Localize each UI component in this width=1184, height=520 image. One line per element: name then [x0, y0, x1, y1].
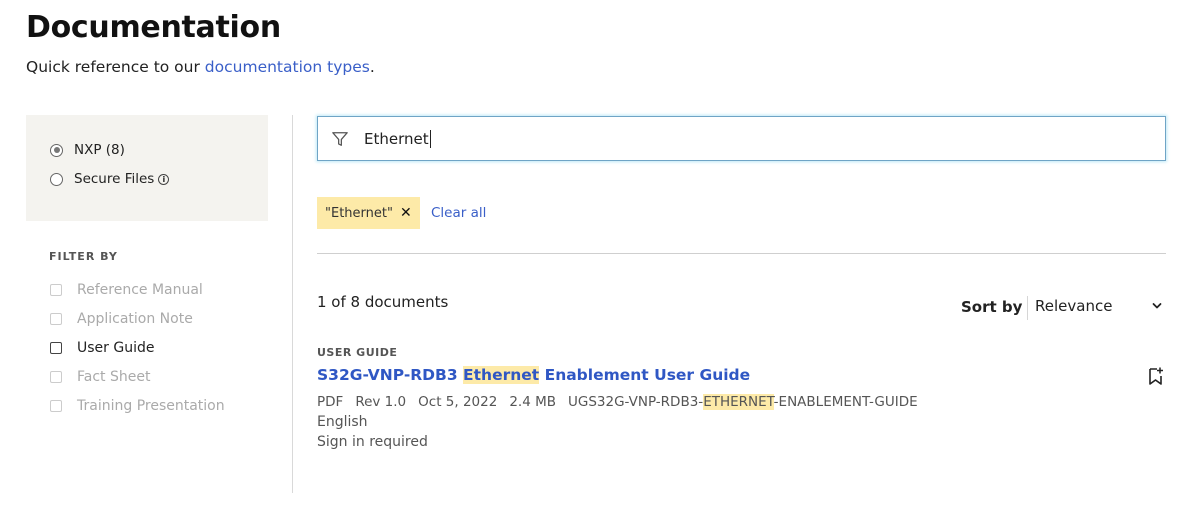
doc-title-suffix: Enablement User Guide — [539, 366, 751, 384]
filter-fact-sheet: Fact Sheet — [50, 369, 150, 385]
doc-type: USER GUIDE — [317, 346, 398, 359]
scope-option-label: Secure Files — [74, 171, 155, 187]
results-divider — [317, 253, 1166, 254]
radio-secure-files[interactable] — [50, 172, 63, 186]
filter-label: Reference Manual — [77, 282, 203, 298]
scope-panel: NXP (8) Secure Files i — [26, 115, 268, 221]
checkbox — [50, 371, 62, 383]
sort-select[interactable]: Relevance — [1035, 297, 1166, 315]
doc-meta: PDF Rev 1.0 Oct 5, 2022 2.4 MB UGS32G-VNP-RD… — [317, 394, 918, 410]
chip-label: "Ethernet" — [325, 205, 393, 221]
checkbox — [50, 313, 62, 325]
doc-language: English — [317, 414, 368, 430]
doc-title-prefix: S32G-VNP-RDB3 — [317, 366, 464, 384]
scope-option-label: NXP (8) — [74, 142, 125, 158]
radio-nxp[interactable] — [50, 143, 63, 157]
sort-separator — [1027, 296, 1028, 320]
doc-format: PDF — [317, 394, 344, 410]
filter-label: User Guide — [77, 340, 155, 356]
filter-label: Application Note — [77, 311, 193, 327]
text-caret — [429, 129, 431, 148]
sort-value: Relevance — [1035, 297, 1113, 315]
sidebar-divider — [292, 115, 293, 493]
subtitle-suffix: . — [369, 58, 375, 76]
checkbox[interactable] — [50, 342, 62, 354]
sort-label: Sort by — [961, 298, 1023, 316]
filter-label: Fact Sheet — [77, 369, 151, 385]
doc-access: Sign in required — [317, 434, 428, 450]
doc-title-highlight: Ethernet — [463, 366, 540, 384]
checkbox — [50, 284, 62, 296]
results-count: 1 of 8 documents — [317, 293, 449, 311]
search-input[interactable]: Ethernet — [317, 116, 1166, 161]
filter-heading: FILTER BY — [49, 250, 118, 263]
chevron-down-icon — [1152, 303, 1162, 309]
active-filter-chip: "Ethernet" ✕ — [317, 197, 420, 229]
page-title: Documentation — [26, 10, 281, 45]
scope-option-nxp[interactable]: NXP (8) — [50, 142, 125, 158]
scope-option-secure-files[interactable]: Secure Files i — [50, 171, 170, 187]
doc-id-highlight: ETHERNET — [703, 394, 774, 410]
documentation-types-link[interactable]: documentation types — [205, 58, 370, 76]
search-value: Ethernet — [364, 129, 429, 148]
info-icon[interactable]: i — [158, 173, 170, 185]
filter-reference-manual: Reference Manual — [50, 282, 203, 298]
doc-date: Oct 5, 2022 — [418, 394, 498, 410]
chip-close-icon[interactable]: ✕ — [400, 205, 412, 221]
filter-label: Training Presentation — [77, 398, 225, 414]
checkbox — [50, 400, 62, 412]
doc-title-link[interactable]: S32G-VNP-RDB3 Ethernet Enablement User G… — [317, 366, 750, 384]
filter-application-note: Application Note — [50, 311, 193, 327]
doc-size: 2.4 MB — [509, 394, 556, 410]
clear-all-link[interactable]: Clear all — [431, 205, 486, 221]
doc-id-suffix: -ENABLEMENT-GUIDE — [773, 394, 918, 410]
subtitle-prefix: Quick reference to our — [26, 58, 205, 76]
filter-user-guide[interactable]: User Guide — [50, 340, 154, 356]
doc-id-prefix: UGS32G-VNP-RDB3- — [568, 394, 704, 410]
page-subtitle: Quick reference to our documentation typ… — [26, 58, 375, 76]
filter-training-presentation: Training Presentation — [50, 398, 225, 414]
bookmark-add-icon[interactable] — [1147, 366, 1165, 386]
doc-revision: Rev 1.0 — [355, 394, 407, 410]
filter-icon — [332, 131, 348, 146]
